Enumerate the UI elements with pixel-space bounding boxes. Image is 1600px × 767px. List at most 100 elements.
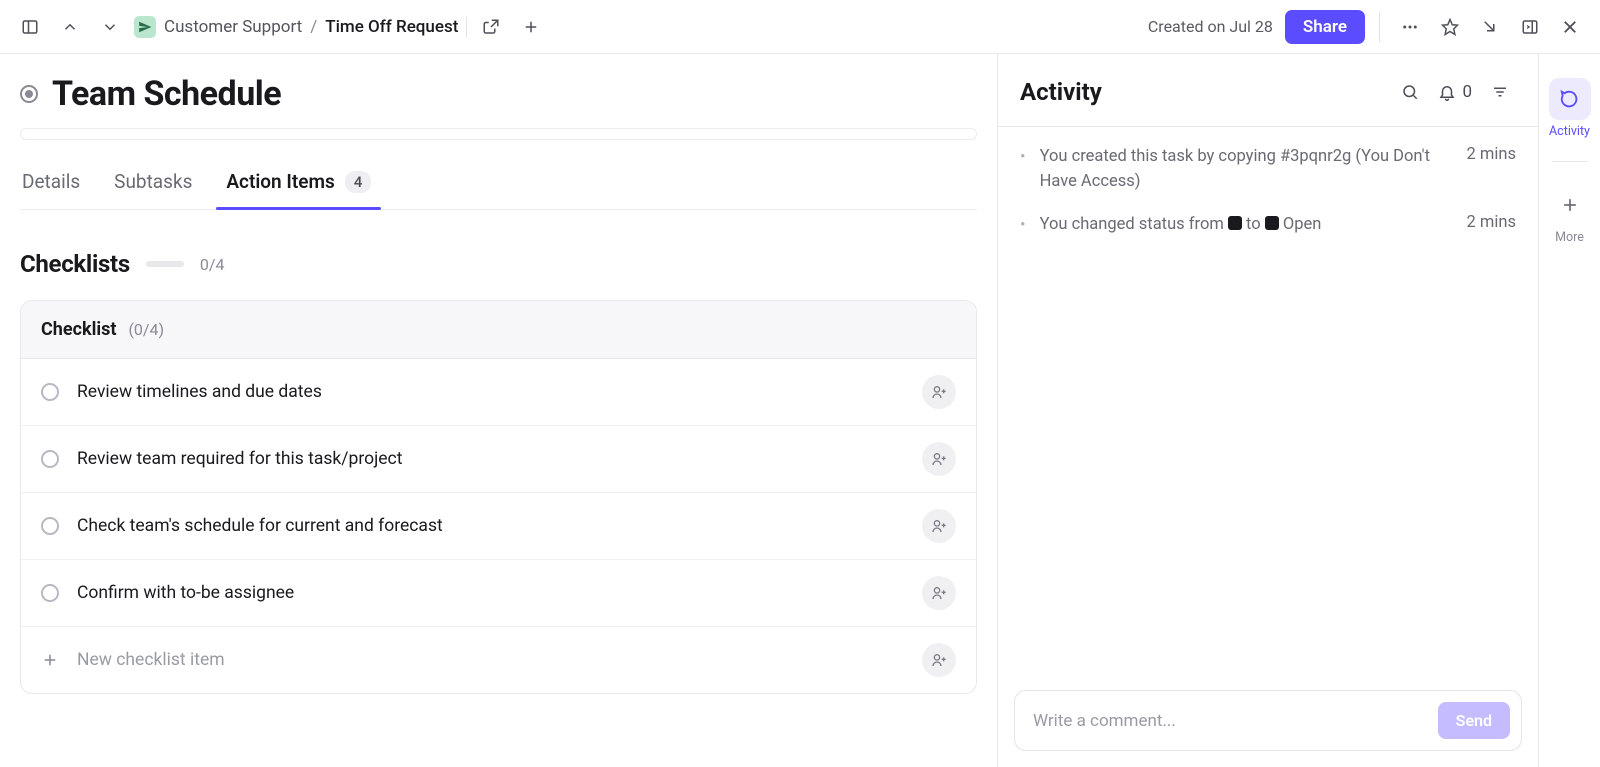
ellipsis-icon xyxy=(1401,18,1419,36)
send-button[interactable]: Send xyxy=(1438,702,1510,739)
created-date-text: Created on Jul 28 xyxy=(1148,17,1273,36)
task-title[interactable]: Team Schedule xyxy=(52,74,281,114)
rail-more-button[interactable]: More xyxy=(1545,178,1595,251)
comment-box: Send xyxy=(1014,690,1522,751)
next-task-button[interactable] xyxy=(94,11,126,43)
add-button[interactable] xyxy=(515,11,547,43)
panel-icon xyxy=(21,18,39,36)
share-button[interactable]: Share xyxy=(1285,10,1365,44)
assign-button[interactable] xyxy=(922,576,956,610)
rail-activity-button[interactable]: Activity xyxy=(1545,72,1595,145)
checklist-item-text: Check team's schedule for current and fo… xyxy=(77,516,904,536)
assign-button[interactable] xyxy=(922,442,956,476)
collapse-button[interactable] xyxy=(1474,11,1506,43)
star-icon xyxy=(1441,18,1459,36)
rail-divider xyxy=(1552,161,1588,162)
close-icon xyxy=(1561,18,1579,36)
checklist-item[interactable]: Review timelines and due dates xyxy=(21,359,976,426)
divider xyxy=(1379,12,1380,42)
space-icon xyxy=(134,16,156,38)
checklist-item[interactable]: Check team's schedule for current and fo… xyxy=(21,493,976,560)
activity-pane: Activity 0 • You created this task by co… xyxy=(998,54,1538,767)
checklist-item-text: Review team required for this task/proje… xyxy=(77,449,904,469)
status-indicator[interactable] xyxy=(20,85,38,103)
arrow-down-right-icon xyxy=(1481,18,1499,36)
checklists-title: Checklists xyxy=(20,250,130,278)
prev-task-button[interactable] xyxy=(54,11,86,43)
close-button[interactable] xyxy=(1554,11,1586,43)
task-title-row: Team Schedule xyxy=(20,74,977,114)
new-item-placeholder: New checklist item xyxy=(77,650,904,670)
activity-header: Activity 0 xyxy=(998,54,1538,127)
activity-timestamp: 2 mins xyxy=(1467,213,1516,238)
checklist-item[interactable]: Confirm with to-be assignee xyxy=(21,560,976,627)
body-wrap: Team Schedule Details Subtasks Action It… xyxy=(0,54,1600,767)
plus-icon xyxy=(41,651,59,669)
sidebar-toggle-button[interactable] xyxy=(1514,11,1546,43)
tab-details[interactable]: Details xyxy=(20,158,82,209)
right-rail: Activity More xyxy=(1538,54,1600,767)
tabs: Details Subtasks Action Items 4 xyxy=(20,158,977,210)
tab-action-items[interactable]: Action Items 4 xyxy=(224,158,373,209)
checkbox[interactable] xyxy=(41,383,59,401)
status-chip-to xyxy=(1265,216,1279,230)
checkbox[interactable] xyxy=(41,584,59,602)
send-icon xyxy=(138,20,152,34)
panel-toggle-button[interactable] xyxy=(14,11,46,43)
checklists-section-header: Checklists 0/4 xyxy=(20,250,977,278)
rail-more-label: More xyxy=(1555,230,1584,245)
chevron-up-icon xyxy=(61,18,79,36)
activity-feed: • You created this task by copying #3pqn… xyxy=(998,127,1538,674)
action-items-count-badge: 4 xyxy=(345,171,372,193)
breadcrumb-space[interactable]: Customer Support xyxy=(164,17,302,37)
activity-timestamp: 2 mins xyxy=(1467,145,1516,195)
bullet-icon: • xyxy=(1020,148,1026,195)
checklist-item-text: Review timelines and due dates xyxy=(77,382,904,402)
activity-text: You created this task by copying #3pqnr2… xyxy=(1040,145,1447,195)
new-checklist-item-row[interactable]: New checklist item xyxy=(21,627,976,693)
chat-bubble-icon xyxy=(1549,78,1591,120)
person-add-icon xyxy=(931,451,947,467)
favorite-button[interactable] xyxy=(1434,11,1466,43)
person-add-icon xyxy=(931,384,947,400)
notifications-count: 0 xyxy=(1462,82,1472,102)
comment-box-wrap: Send xyxy=(998,674,1538,767)
checklist-count: (0/4) xyxy=(128,320,164,339)
person-add-icon xyxy=(931,585,947,601)
checklist-item[interactable]: Review team required for this task/proje… xyxy=(21,426,976,493)
plus-icon xyxy=(522,18,540,36)
checkbox[interactable] xyxy=(41,517,59,535)
sidebar-icon xyxy=(1521,18,1539,36)
breadcrumb: Customer Support / Time Off Request xyxy=(134,16,458,38)
divider xyxy=(466,17,467,37)
tab-action-label: Action Items xyxy=(226,170,334,193)
assign-button[interactable] xyxy=(922,643,956,677)
plus-icon xyxy=(1549,184,1591,226)
checkbox[interactable] xyxy=(41,450,59,468)
collapsed-field-area[interactable] xyxy=(20,128,977,140)
tab-subtasks[interactable]: Subtasks xyxy=(112,158,194,209)
bell-icon xyxy=(1438,83,1456,101)
chevron-down-icon xyxy=(101,18,119,36)
bullet-icon: • xyxy=(1020,216,1026,238)
activity-text: You changed status from to Open xyxy=(1040,213,1447,238)
topbar-right-group: Created on Jul 28 Share xyxy=(1148,10,1586,44)
assign-button[interactable] xyxy=(922,375,956,409)
activity-entry: • You changed status from to Open 2 mins xyxy=(1020,213,1516,238)
person-add-icon xyxy=(931,652,947,668)
filter-activity-button[interactable] xyxy=(1484,76,1516,108)
comment-input[interactable] xyxy=(1033,711,1428,731)
open-link-button[interactable] xyxy=(475,11,507,43)
breadcrumb-current[interactable]: Time Off Request xyxy=(325,17,458,37)
assign-button[interactable] xyxy=(922,509,956,543)
filter-icon xyxy=(1491,83,1509,101)
more-menu-button[interactable] xyxy=(1394,11,1426,43)
person-add-icon xyxy=(931,518,947,534)
topbar-left-group: Customer Support / Time Off Request xyxy=(14,11,547,43)
notifications-button[interactable]: 0 xyxy=(1438,82,1472,102)
search-activity-button[interactable] xyxy=(1394,76,1426,108)
checklist-item-text: Confirm with to-be assignee xyxy=(77,583,904,603)
breadcrumb-separator: / xyxy=(310,17,317,37)
checklist-card-header[interactable]: Checklist (0/4) xyxy=(21,301,976,359)
main-pane: Team Schedule Details Subtasks Action It… xyxy=(0,54,998,767)
